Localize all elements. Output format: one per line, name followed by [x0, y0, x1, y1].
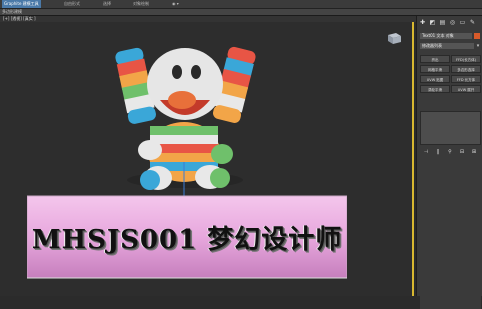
menu-object-paint[interactable]: 对象绘制	[131, 0, 151, 8]
modifier-stack-toolbar: ⊣ ‖ ⚲ ⊟ ⊞	[420, 148, 481, 156]
modifier-button-turbosmooth[interactable]: 涡轮平滑	[420, 85, 450, 93]
modifier-button-ffd-box[interactable]: FFD(长方体)	[451, 55, 481, 63]
make-unique-icon[interactable]: ⚲	[446, 148, 454, 156]
modifier-button-meshsmooth[interactable]: 网格平滑	[420, 65, 450, 73]
banner-text: MHSJS001 梦幻设计师	[31, 224, 343, 255]
perspective-viewport[interactable]: MHSJS001 梦幻设计师	[0, 22, 414, 296]
modify-tab-icon[interactable]: ◩	[429, 19, 436, 26]
create-tab-icon[interactable]: ✚	[419, 19, 426, 26]
configure-sets-icon[interactable]: ⊞	[470, 148, 478, 156]
text-extrusion-banner[interactable]: MHSJS001 梦幻设计师	[27, 194, 347, 280]
menu-graphite-tools[interactable]: Graphite 建模工具	[2, 0, 41, 8]
hierarchy-tab-icon[interactable]: ▤	[439, 19, 446, 26]
ribbon-bar: 多边形建模	[0, 9, 482, 16]
parameters-rollout-area	[420, 159, 481, 309]
menu-freeform[interactable]: 自由形式	[62, 0, 82, 8]
ribbon-label[interactable]: 多边形建模	[2, 9, 22, 15]
modifier-button-uvw-map[interactable]: UVW 贴图	[420, 75, 450, 83]
object-color-swatch[interactable]	[474, 33, 480, 39]
modifier-button-unwrap-uvw[interactable]: UVW 展开	[451, 85, 481, 93]
modifier-stack-view[interactable]	[420, 111, 481, 145]
display-tab-icon[interactable]: ▭	[459, 19, 466, 26]
chevron-down-icon[interactable]: ▾	[475, 43, 481, 49]
pin-stack-icon[interactable]: ⊣	[422, 148, 430, 156]
utilities-tab-icon[interactable]: ✎	[469, 19, 476, 26]
command-panel-tabs: ✚ ◩ ▤ ◎ ▭ ✎	[419, 19, 482, 27]
menu-bar: Graphite 建模工具 自由形式 选择 对象绘制 ◉ ▾	[0, 0, 482, 9]
show-end-result-icon[interactable]: ‖	[434, 148, 442, 156]
modifier-button-ffd-box-2[interactable]: FFD 长方体	[451, 75, 481, 83]
modifier-button-extrude[interactable]: 挤出	[420, 55, 450, 63]
command-panel: ✚ ◩ ▤ ◎ ▭ ✎ Text01 文本 对象 修改器列表 ▾ 挤出 FFD(…	[416, 16, 482, 309]
remove-modifier-icon[interactable]: ⊟	[458, 148, 466, 156]
modifier-list-dropdown[interactable]: 修改器列表	[420, 43, 474, 49]
object-name-field[interactable]: Text01 文本 对象	[420, 33, 472, 39]
menu-selection[interactable]: 选择	[101, 0, 113, 8]
modifier-button-poly-select[interactable]: 多边形选择	[451, 65, 481, 73]
menu-options-dropdown[interactable]: ◉ ▾	[170, 0, 181, 8]
motion-tab-icon[interactable]: ◎	[449, 19, 456, 26]
